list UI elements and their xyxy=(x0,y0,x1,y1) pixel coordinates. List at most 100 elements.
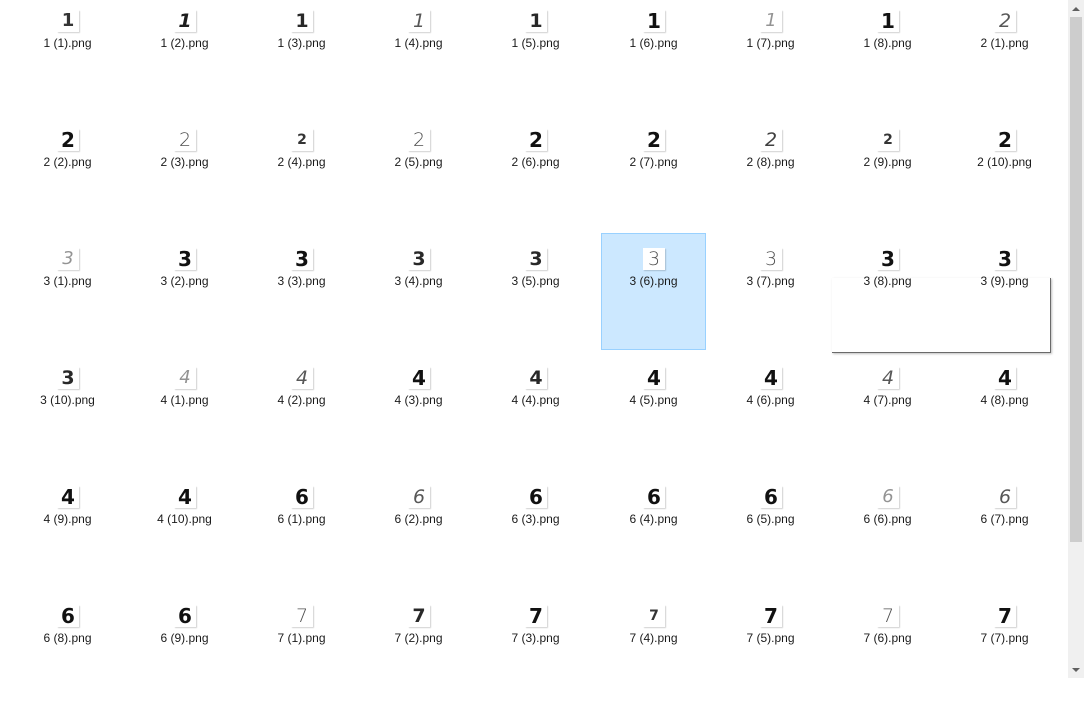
digit-image: 3 xyxy=(529,248,543,270)
file-item[interactable]: 6 6 (4).png xyxy=(601,477,706,594)
file-item[interactable]: 4 4 (8).png xyxy=(952,358,1057,475)
file-item[interactable]: 4 4 (3).png xyxy=(366,358,471,475)
file-name-label: 4 (10).png xyxy=(157,512,212,526)
file-thumbnail: 1 xyxy=(877,10,899,32)
file-item[interactable]: 1 1 (2).png xyxy=(132,1,237,118)
file-item[interactable]: 4 4 (4).png xyxy=(483,358,588,475)
file-item[interactable]: 3 3 (6).png xyxy=(601,233,706,350)
file-thumbnail: 3 xyxy=(877,248,899,270)
file-item[interactable]: 2 2 (8).png xyxy=(718,120,823,237)
file-item[interactable]: 6 6 (5).png xyxy=(718,477,823,594)
digit-image: 2 xyxy=(178,129,192,151)
file-name-label: 2 (3).png xyxy=(160,155,209,169)
file-item[interactable]: 4 4 (2).png xyxy=(249,358,354,475)
file-item[interactable]: 6 6 (7).png xyxy=(952,477,1057,594)
file-item[interactable]: 4 4 (5).png xyxy=(601,358,706,475)
file-name-label: 1 (8).png xyxy=(863,36,912,50)
file-item[interactable]: 6 6 (8).png xyxy=(15,596,120,713)
file-item[interactable]: 1 1 (3).png xyxy=(249,1,354,118)
scroll-up-button[interactable] xyxy=(1068,0,1084,17)
digit-image: 7 xyxy=(998,605,1012,627)
file-item[interactable]: 2 2 (6).png xyxy=(483,120,588,237)
digit-image: 2 xyxy=(883,132,893,148)
file-item[interactable]: 6 6 (9).png xyxy=(132,596,237,713)
digit-image: 6 xyxy=(882,486,894,507)
file-item[interactable]: 3 3 (3).png xyxy=(249,239,354,356)
file-item[interactable]: 2 2 (9).png xyxy=(835,120,940,237)
digit-image: 6 xyxy=(412,486,426,508)
file-item[interactable]: 3 3 (7).png xyxy=(718,239,823,356)
file-item[interactable]: 7 7 (3).png xyxy=(483,596,588,713)
file-item[interactable]: 3 3 (4).png xyxy=(366,239,471,356)
file-thumbnail: 1 xyxy=(174,10,196,32)
digit-image: 2 xyxy=(61,129,75,151)
file-item[interactable]: 7 7 (2).png xyxy=(366,596,471,713)
file-item[interactable]: 2 2 (2).png xyxy=(15,120,120,237)
file-thumbnail: 2 xyxy=(994,10,1016,32)
file-item[interactable]: 3 3 (5).png xyxy=(483,239,588,356)
file-item[interactable]: 1 1 (1).png xyxy=(15,1,120,118)
file-item[interactable]: 6 6 (2).png xyxy=(366,477,471,594)
file-thumbnail: 6 xyxy=(408,486,430,508)
file-thumbnail: 3 xyxy=(994,248,1016,270)
file-item[interactable]: 2 2 (4).png xyxy=(249,120,354,237)
file-item[interactable]: 7 7 (5).png xyxy=(718,596,823,713)
file-name-label: 4 (3).png xyxy=(394,393,443,407)
vertical-scrollbar[interactable] xyxy=(1068,0,1084,678)
file-item[interactable]: 3 3 (9).png xyxy=(952,239,1057,356)
file-item[interactable]: 6 6 (3).png xyxy=(483,477,588,594)
scroll-up-arrow-icon xyxy=(1072,6,1080,11)
file-item[interactable]: 2 2 (1).png xyxy=(952,1,1057,118)
scroll-down-button[interactable] xyxy=(1068,661,1084,678)
file-item[interactable]: 4 4 (10).png xyxy=(132,477,237,594)
file-name-label: 1 (4).png xyxy=(394,36,443,50)
digit-image: 4 xyxy=(412,367,426,389)
file-item[interactable]: 7 7 (7).png xyxy=(952,596,1057,713)
file-name-label: 7 (1).png xyxy=(277,631,326,645)
file-thumbnail: 6 xyxy=(57,605,79,627)
file-item[interactable]: 4 4 (6).png xyxy=(718,358,823,475)
file-name-label: 2 (9).png xyxy=(863,155,912,169)
file-thumbnail: 3 xyxy=(760,248,782,270)
file-name-label: 3 (2).png xyxy=(160,274,209,288)
file-item[interactable]: 1 1 (6).png xyxy=(601,1,706,118)
file-name-label: 6 (6).png xyxy=(863,512,912,526)
file-name-label: 2 (2).png xyxy=(43,155,92,169)
file-item[interactable]: 1 1 (4).png xyxy=(366,1,471,118)
file-item[interactable]: 6 6 (6).png xyxy=(835,477,940,594)
digit-image: 3 xyxy=(61,367,75,389)
file-item[interactable]: 7 7 (1).png xyxy=(249,596,354,713)
digit-image: 7 xyxy=(881,605,895,627)
file-item[interactable]: 4 4 (9).png xyxy=(15,477,120,594)
file-item[interactable]: 1 1 (8).png xyxy=(835,1,940,118)
file-item[interactable]: 3 3 (10).png xyxy=(15,358,120,475)
digit-image: 6 xyxy=(295,486,309,508)
file-item[interactable]: 6 6 (1).png xyxy=(249,477,354,594)
file-item[interactable]: 2 2 (5).png xyxy=(366,120,471,237)
file-item[interactable]: 2 2 (7).png xyxy=(601,120,706,237)
file-item[interactable]: 7 7 (4).png xyxy=(601,596,706,713)
digit-image: 1 xyxy=(178,10,192,32)
file-item[interactable]: 2 2 (3).png xyxy=(132,120,237,237)
file-thumbnail: 2 xyxy=(57,129,79,151)
file-item[interactable]: 4 4 (1).png xyxy=(132,358,237,475)
digit-image: 4 xyxy=(529,367,543,389)
file-thumbnail: 2 xyxy=(525,129,547,151)
file-thumbnail: 6 xyxy=(994,486,1016,508)
file-thumbnail: 2 xyxy=(291,129,313,151)
file-item[interactable]: 3 3 (8).png xyxy=(835,239,940,356)
file-item[interactable]: 4 4 (7).png xyxy=(835,358,940,475)
file-item[interactable]: 3 3 (1).png xyxy=(15,239,120,356)
file-item[interactable]: 1 1 (5).png xyxy=(483,1,588,118)
file-name-label: 4 (8).png xyxy=(980,393,1029,407)
file-item[interactable]: 2 2 (10).png xyxy=(952,120,1057,237)
file-item[interactable]: 1 1 (7).png xyxy=(718,1,823,118)
file-item[interactable]: 3 3 (2).png xyxy=(132,239,237,356)
file-thumbnail: 1 xyxy=(291,10,313,32)
digit-image: 3 xyxy=(412,248,426,270)
file-item[interactable]: 7 7 (6).png xyxy=(835,596,940,713)
file-name-label: 7 (5).png xyxy=(746,631,795,645)
file-name-label: 3 (3).png xyxy=(277,274,326,288)
scrollbar-thumb[interactable] xyxy=(1070,17,1082,542)
file-thumbnail: 2 xyxy=(877,129,899,151)
